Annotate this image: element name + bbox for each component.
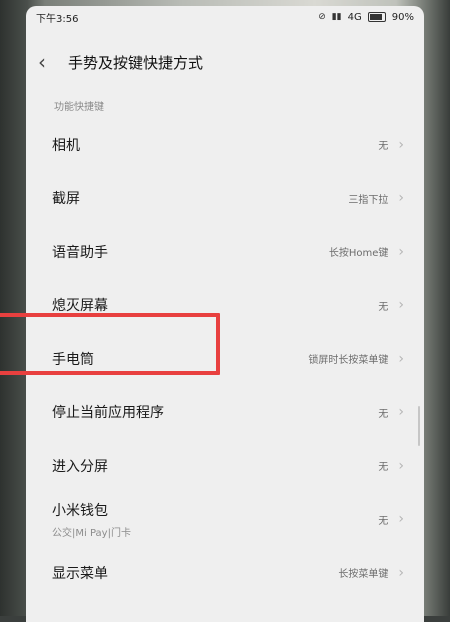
item-label: 小米钱包: [52, 502, 108, 519]
item-value: 无: [378, 141, 389, 153]
item-label: 手电筒: [52, 351, 94, 368]
item-sublabel: 公交|Mi Pay|门卡: [52, 527, 131, 539]
item-label: 语音助手: [52, 244, 108, 261]
phone-screen: 下午3:56 ⊘ ▮▮ 4G 90% ‹ 手势及按键快捷方式 功能快捷键 相机 …: [26, 6, 424, 622]
item-label: 停止当前应用程序: [52, 405, 164, 422]
phone-frame: 下午3:56 ⊘ ▮▮ 4G 90% ‹ 手势及按键快捷方式 功能快捷键 相机 …: [0, 0, 450, 622]
list-item-screenshot[interactable]: 截屏 三指下拉 ›: [26, 172, 424, 226]
chevron-right-icon: ›: [398, 511, 404, 528]
item-label: 截屏: [52, 191, 80, 208]
chevron-right-icon: ›: [398, 457, 404, 474]
item-label: 进入分屏: [52, 458, 108, 475]
battery-icon: [367, 12, 386, 22]
item-value: 无: [378, 462, 389, 474]
list-item-voice-assistant[interactable]: 语音助手 长按Home键 ›: [26, 225, 424, 279]
item-label: 显示菜单: [52, 565, 108, 582]
item-value: 无: [378, 408, 389, 420]
chevron-right-icon: ›: [398, 190, 404, 207]
item-label: 相机: [52, 137, 80, 154]
status-time: 下午3:56: [36, 13, 79, 25]
alarm-icon: ⊘: [318, 12, 326, 22]
list-item-mi-wallet[interactable]: 小米钱包 公交|Mi Pay|门卡 无 ›: [26, 493, 424, 547]
list-item-show-menu[interactable]: 显示菜单 长按菜单键 ›: [26, 546, 424, 600]
battery-level: 90%: [391, 11, 414, 23]
list-item-flashlight[interactable]: 手电筒 锁屏时长按菜单键 ›: [26, 332, 424, 386]
header: ‹ 手势及按键快捷方式: [26, 40, 424, 84]
item-value: 无: [378, 301, 389, 313]
item-label: 熄灭屏幕: [52, 298, 108, 315]
list-item-camera[interactable]: 相机 无 ›: [26, 118, 424, 172]
item-value: 无: [378, 515, 389, 527]
chevron-right-icon: ›: [398, 243, 404, 260]
item-value: 长按Home键: [328, 248, 389, 260]
section-label: 功能快捷键: [54, 102, 104, 113]
chevron-right-icon: ›: [398, 350, 404, 367]
scrollbar[interactable]: [418, 406, 420, 446]
signal-icon: ▮▮: [331, 12, 342, 22]
shortcut-list: 相机 无 › 截屏 三指下拉 › 语音助手 长按Home键 › 熄灭屏幕 无 ›…: [26, 118, 424, 600]
status-bar: 下午3:56 ⊘ ▮▮ 4G 90%: [26, 6, 424, 28]
list-item-stop-app[interactable]: 停止当前应用程序 无 ›: [26, 386, 424, 440]
list-item-split-screen[interactable]: 进入分屏 无 ›: [26, 439, 424, 493]
page-title: 手势及按键快捷方式: [68, 53, 204, 72]
item-value: 锁屏时长按菜单键: [308, 355, 389, 367]
list-item-screen-off[interactable]: 熄灭屏幕 无 ›: [26, 279, 424, 333]
chevron-right-icon: ›: [398, 404, 404, 421]
item-value: 三指下拉: [348, 194, 389, 206]
back-icon[interactable]: ‹: [38, 52, 66, 72]
network-type: 4G: [347, 11, 362, 23]
chevron-right-icon: ›: [398, 297, 404, 314]
item-value: 长按菜单键: [338, 569, 389, 581]
chevron-right-icon: ›: [398, 136, 404, 153]
chevron-right-icon: ›: [398, 564, 404, 581]
